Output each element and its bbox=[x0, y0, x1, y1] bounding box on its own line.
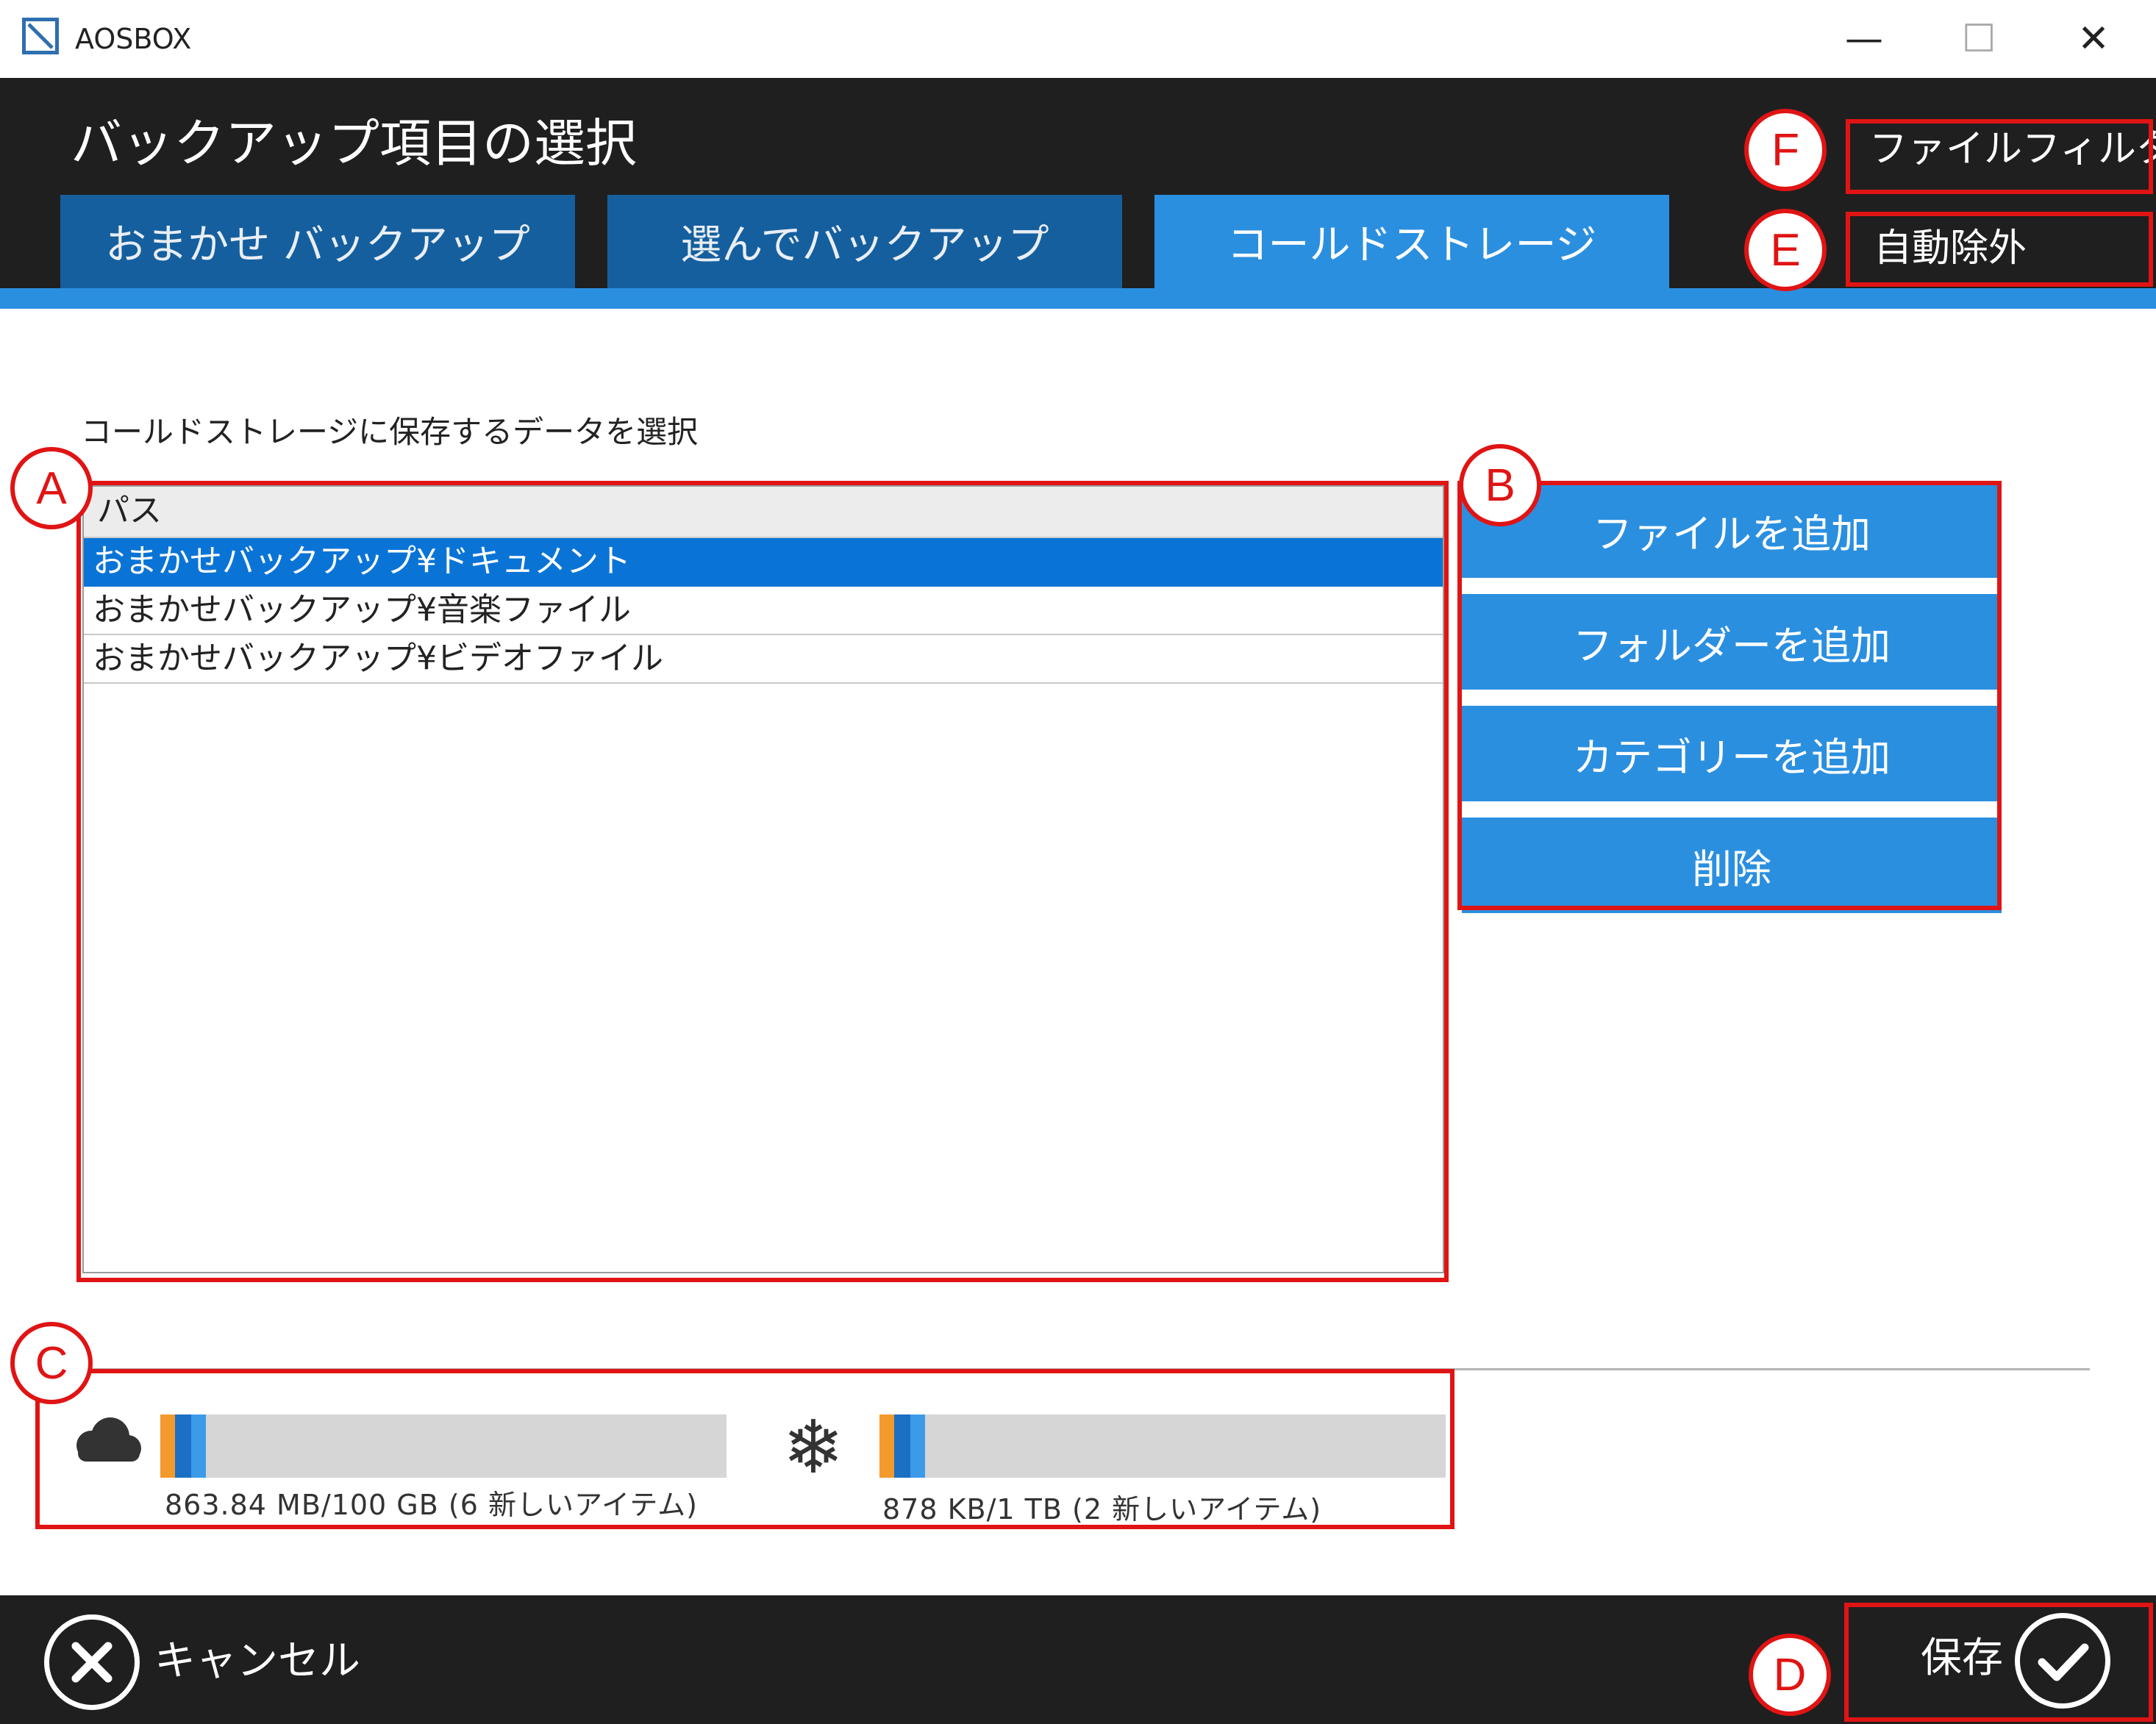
close-button[interactable]: ✕ bbox=[2038, 0, 2149, 78]
annotation-box-b bbox=[1457, 481, 2002, 910]
annotation-box-e bbox=[1846, 212, 2153, 287]
tab-choose-backup[interactable]: 選んでバックアップ bbox=[607, 195, 1122, 288]
app-title: AOSBOX bbox=[75, 23, 192, 55]
minimize-button[interactable]: — bbox=[1809, 0, 1919, 78]
callout-b: B bbox=[1459, 444, 1541, 526]
annotation-box-d bbox=[1844, 1603, 2153, 1722]
callout-d: D bbox=[1749, 1634, 1831, 1716]
annotation-box-a bbox=[76, 481, 1449, 1282]
app-logo-icon bbox=[22, 18, 59, 54]
section-label: コールドストレージに保存するデータを選択 bbox=[81, 414, 699, 450]
callout-a: A bbox=[10, 447, 93, 529]
annotation-box-f bbox=[1846, 119, 2153, 194]
callout-e: E bbox=[1744, 209, 1827, 291]
tab-auto-backup[interactable]: おまかせ バックアップ bbox=[60, 195, 575, 288]
close-circle-icon bbox=[44, 1614, 140, 1710]
tab-cold-storage[interactable]: コールドストレージ bbox=[1154, 195, 1669, 288]
cancel-label: キャンセル bbox=[154, 1637, 360, 1685]
annotation-box-c bbox=[35, 1369, 1454, 1529]
page-title: バックアップ項目の選択 bbox=[71, 113, 637, 174]
tab-underline bbox=[0, 288, 2156, 309]
callout-c: C bbox=[10, 1322, 93, 1404]
callout-f: F bbox=[1744, 109, 1827, 191]
cancel-button[interactable]: キャンセル bbox=[44, 1614, 360, 1710]
maximize-button[interactable]: ☐ bbox=[1924, 0, 2034, 78]
